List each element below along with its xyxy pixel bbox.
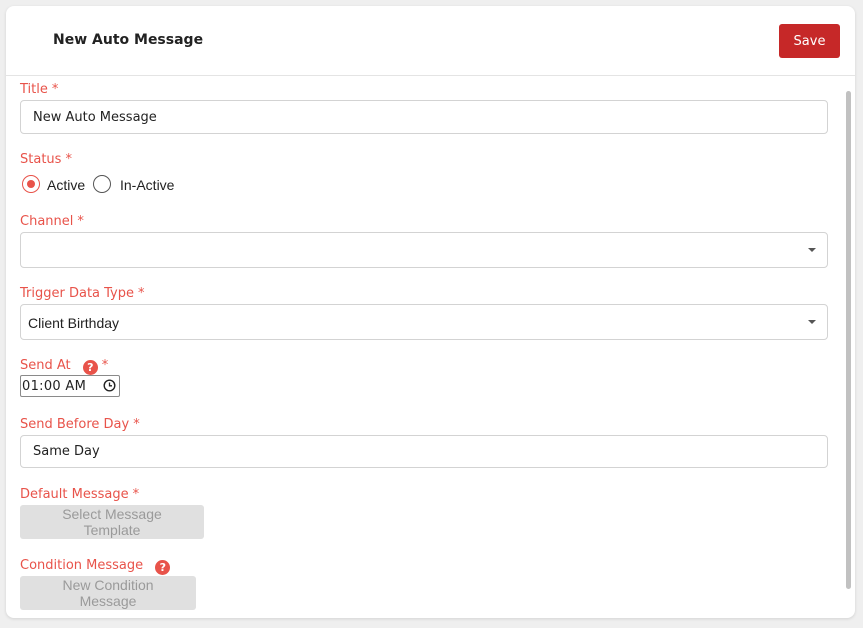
status-inactive-label[interactable]: In-Active <box>120 177 174 193</box>
clock-icon[interactable] <box>103 379 116 392</box>
save-button[interactable]: Save <box>779 24 840 58</box>
status-label: Status * <box>20 152 72 167</box>
trigger-data-type-select[interactable]: Client Birthday <box>20 304 828 340</box>
select-message-template-button[interactable]: Select Message Template <box>20 505 204 539</box>
condition-message-label: Condition Message ? <box>20 558 171 575</box>
status-active-radio[interactable] <box>22 175 40 193</box>
status-active-label[interactable]: Active <box>47 177 85 193</box>
trigger-data-type-label: Trigger Data Type * <box>20 286 145 301</box>
default-message-label: Default Message * <box>20 487 140 502</box>
title-label: Title * <box>20 82 59 97</box>
new-condition-message-button[interactable]: New Condition Message <box>20 576 196 610</box>
question-circle-icon[interactable]: ? <box>155 560 171 575</box>
caret-down-icon <box>808 320 816 324</box>
header: New Auto Message Save <box>6 6 855 76</box>
channel-label: Channel * <box>20 214 84 229</box>
send-before-day-input[interactable] <box>20 435 828 468</box>
send-before-day-label: Send Before Day * <box>20 417 140 432</box>
trigger-data-type-value: Client Birthday <box>28 315 120 331</box>
question-circle-icon[interactable]: ? <box>82 360 98 375</box>
send-at-time-value: 01:00 AM <box>22 379 87 394</box>
page-title: New Auto Message <box>53 32 204 48</box>
send-at-label: Send At ? * <box>20 358 109 375</box>
title-input[interactable] <box>20 100 828 134</box>
send-at-time-input[interactable]: 01:00 AM <box>20 375 120 397</box>
auto-message-card: New Auto Message Save Title* Status* Act… <box>6 6 855 618</box>
scrollbar-thumb[interactable] <box>846 91 851 589</box>
channel-select[interactable] <box>20 232 828 268</box>
status-inactive-radio[interactable] <box>93 175 111 193</box>
scrollbar[interactable] <box>846 91 851 589</box>
caret-down-icon <box>808 248 816 252</box>
